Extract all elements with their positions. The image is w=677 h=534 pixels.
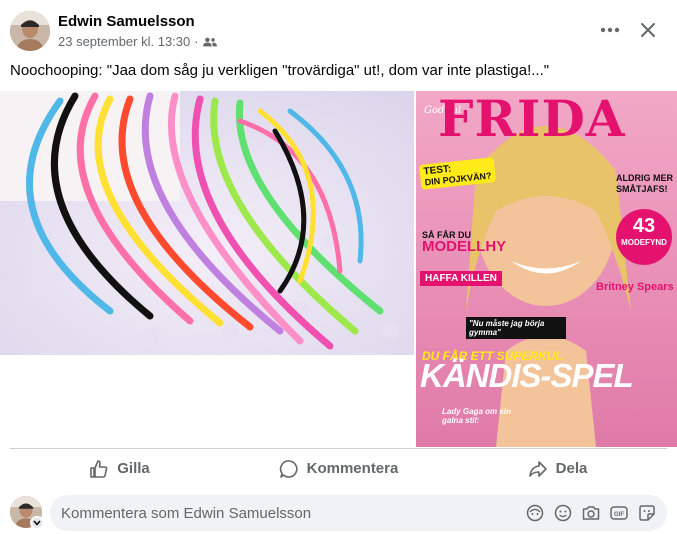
post-timestamp[interactable]: 23 september kl. 13:30 [58,34,190,49]
post-text: Noochooping: "Jaa dom såg ju verkligen "… [10,62,550,79]
magazine-modefynd-num: 43 [632,215,656,237]
comment-button[interactable]: Kommentera [229,449,448,488]
post-meta: 23 september kl. 13:30 · [58,34,217,49]
magazine-gaga: Lady Gaga om sin galna stil: [442,407,511,425]
magazine-gymma: "Nu måste jag börja gymma" [466,317,566,339]
more-dots-icon [600,27,620,33]
magazine-kandis: KÄNDIS-SPEL [420,357,634,394]
post-media: God Jul FRIDA TEST: DIN POJKVÄN? SÅ FÅR … [0,91,677,447]
thumbs-up-icon [90,459,108,478]
comment-composer: Kommentera som Edwin Samuelsson GIF [0,490,677,534]
comment-bubble-icon [279,459,298,478]
magazine-brand: FRIDA [438,91,626,148]
profile-switch-button[interactable] [30,516,44,530]
emoji-icon[interactable] [553,503,573,523]
headbands-photo[interactable] [0,91,414,355]
more-options-button[interactable] [598,18,622,42]
comment-input[interactable]: Kommentera som Edwin Samuelsson GIF [50,495,667,531]
post-header: Edwin Samuelsson 23 september kl. 13:30 … [0,0,677,58]
chevron-down-icon [33,520,41,526]
comment-placeholder: Kommentera som Edwin Samuelsson [61,505,312,522]
camera-icon[interactable] [581,503,601,523]
comment-label: Kommentera [306,460,399,477]
magazine-aldrig: ALDRIG MER SMÅTJAFS! [616,173,673,194]
magazine-modefynd-badge: 43 MODEFYND [616,209,672,265]
magazine-modefynd-label: MODEFYND [621,238,667,247]
gif-icon[interactable]: GIF [609,503,629,523]
magazine-cover-photo[interactable]: God Jul FRIDA TEST: DIN POJKVÄN? SÅ FÅR … [416,91,677,447]
close-post-button[interactable] [636,18,660,42]
share-arrow-icon [528,460,547,477]
like-label: Gilla [117,460,150,477]
post-actions: Gilla Kommentera Dela [10,448,667,488]
avatar-sticker-icon[interactable] [525,503,545,523]
friends-icon[interactable] [202,36,217,48]
magazine-haffa: HAFFA KILLEN [420,271,502,286]
magazine-modell: SÅ FÅR DU MODELLHY [422,229,507,255]
svg-text:GIF: GIF [614,512,624,518]
like-button[interactable]: Gilla [10,449,229,488]
comment-tools: GIF [525,503,657,523]
author-name[interactable]: Edwin Samuelsson [58,13,195,30]
author-avatar[interactable] [10,11,50,51]
share-label: Dela [555,460,588,477]
share-button[interactable]: Dela [448,449,667,488]
magazine-modell-line2: MODELLHY [422,238,507,255]
magazine-britney: Britney Spears [596,281,674,293]
meta-separator: · [194,34,199,49]
close-icon [641,23,655,37]
sticker-icon[interactable] [637,503,657,523]
